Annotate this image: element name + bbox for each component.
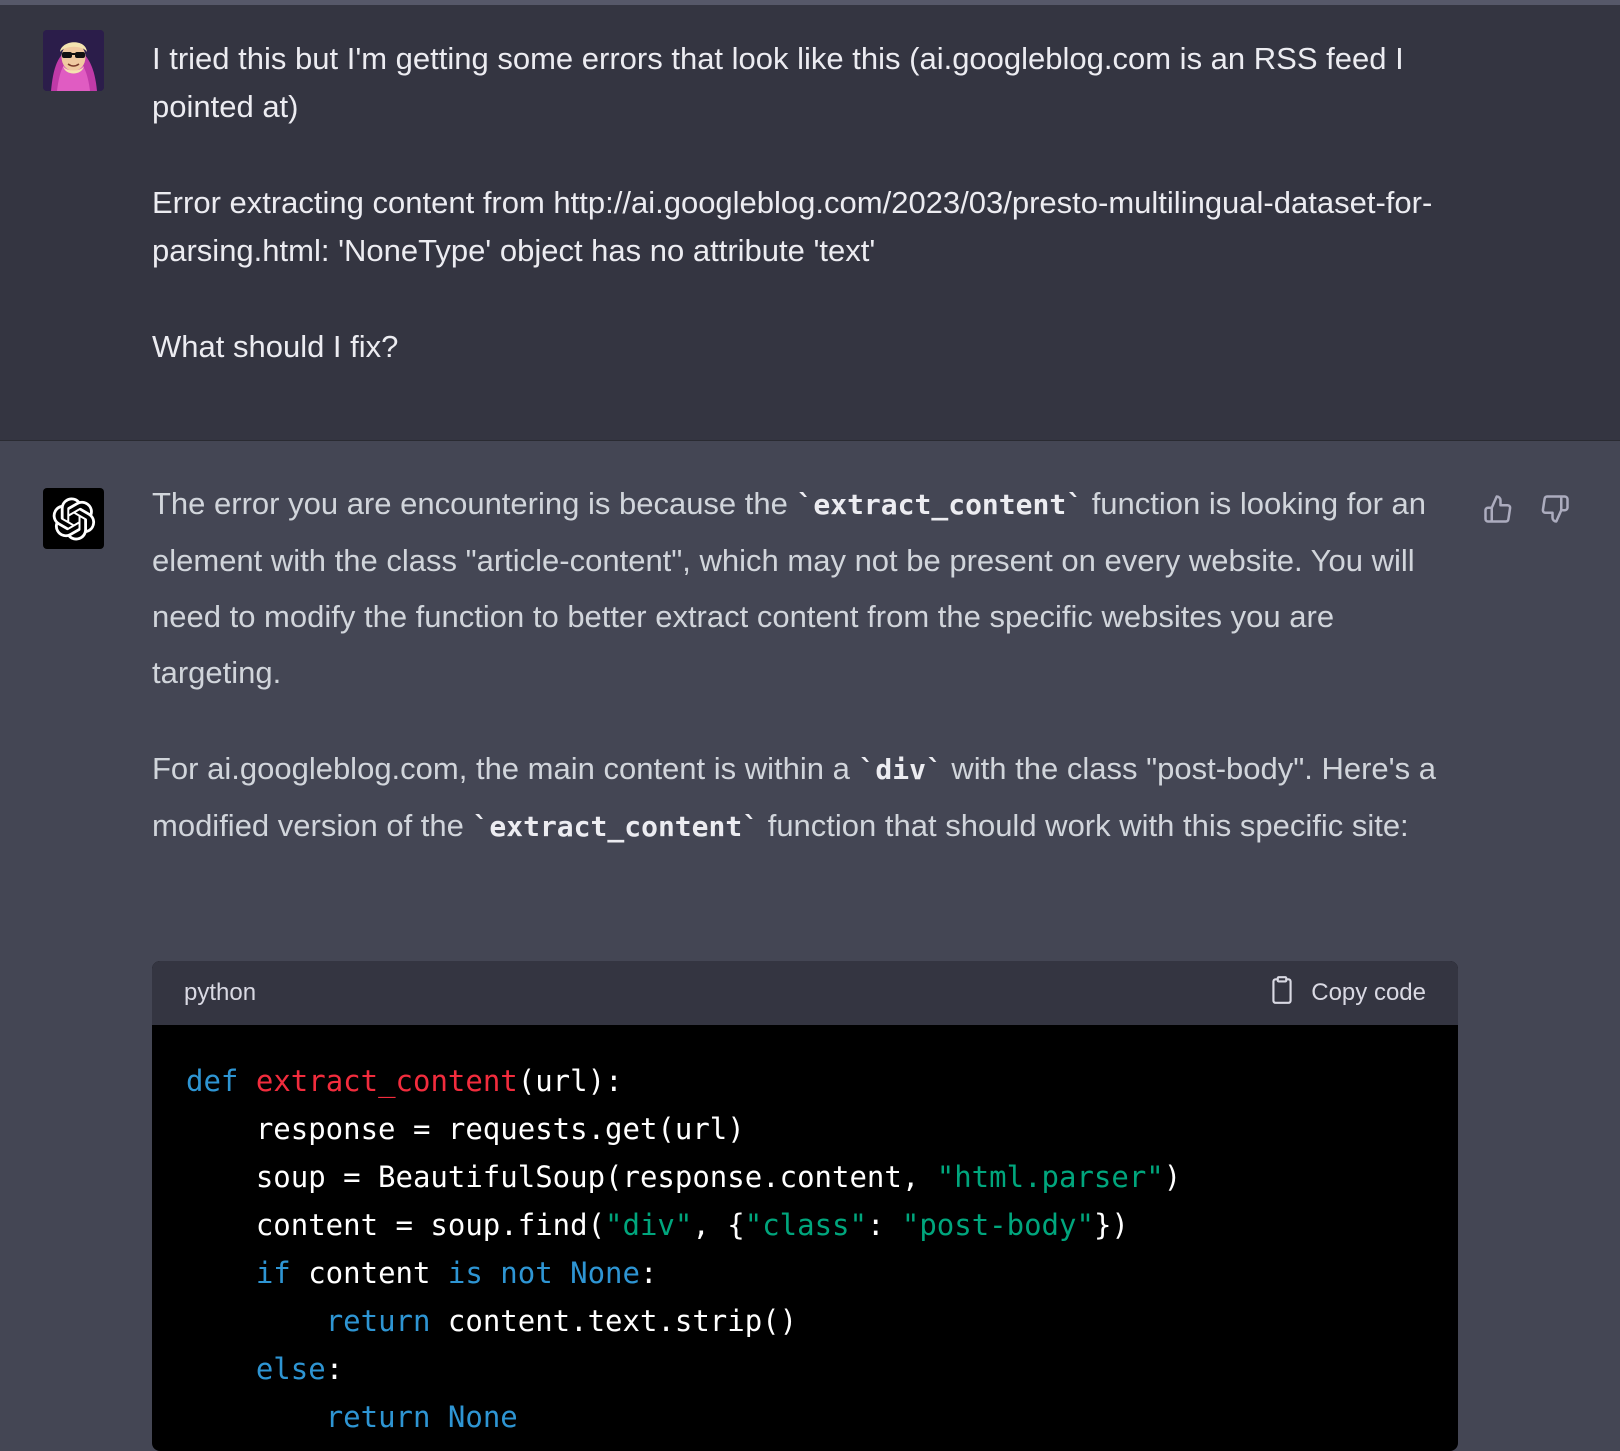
code-token: , {: [692, 1208, 745, 1242]
code-line: else:: [186, 1345, 1424, 1393]
code-token: content: [290, 1256, 448, 1290]
clipboard-icon: [1269, 975, 1295, 1012]
inline-code-div: `div`: [858, 753, 943, 786]
code-token-keyword: return: [325, 1400, 431, 1434]
assistant-message-text: The error you are encountering is becaus…: [152, 476, 1452, 895]
code-token-string: "div": [605, 1208, 693, 1242]
code-token: content = soup.find(: [186, 1208, 606, 1242]
code-token-keyword: def: [186, 1064, 239, 1098]
thumbs-up-icon[interactable]: [1480, 491, 1516, 527]
assistant-paragraph-2: For ai.googleblog.com, the main content …: [152, 741, 1452, 855]
code-line: return None: [186, 1393, 1424, 1441]
code-token-string: "class": [744, 1208, 867, 1242]
code-line: return content.text.strip(): [186, 1297, 1424, 1345]
code-line: if content is not None:: [186, 1249, 1424, 1297]
user-paragraph-1: I tried this but I'm getting some errors…: [152, 41, 1404, 124]
code-token: :: [866, 1208, 902, 1242]
code-token-string: "html.parser": [936, 1160, 1164, 1194]
assistant-text-segment: function that should work with this spec…: [759, 808, 1409, 843]
inline-code-extract-content: `extract_content`: [472, 810, 760, 843]
inline-code-extract-content: `extract_content`: [796, 488, 1084, 521]
openai-logo-icon: [43, 488, 104, 549]
code-block: python Copy code def extract_content(url…: [152, 961, 1458, 1451]
code-token: response = requests.get(url): [186, 1112, 745, 1146]
code-token-keyword: if: [255, 1256, 291, 1290]
user-avatar: [43, 30, 104, 91]
code-line: def extract_content(url):: [186, 1057, 1424, 1105]
code-line: response = requests.get(url): [186, 1105, 1424, 1153]
code-token-keyword: is not: [447, 1256, 553, 1290]
code-token-keyword: return: [325, 1304, 431, 1338]
code-line: content = soup.find("div", {"class": "po…: [186, 1201, 1424, 1249]
code-token: }): [1093, 1208, 1129, 1242]
code-token: content.text.strip(): [430, 1304, 798, 1338]
user-paragraph-3: What should I fix?: [152, 329, 399, 364]
assistant-paragraph-1: The error you are encountering is becaus…: [152, 476, 1452, 701]
code-language-label: python: [184, 979, 257, 1006]
code-token-string: "post-body": [901, 1208, 1094, 1242]
assistant-message: The error you are encountering is becaus…: [0, 441, 1620, 1451]
copy-code-label: Copy code: [1311, 979, 1426, 1006]
code-token: (url):: [517, 1064, 623, 1098]
code-token: soup = BeautifulSoup(response.content,: [186, 1160, 937, 1194]
assistant-text-segment: For ai.googleblog.com, the main content …: [152, 751, 859, 786]
code-token-keyword: None: [447, 1400, 518, 1434]
thumbs-down-icon[interactable]: [1537, 491, 1573, 527]
code-token: :: [639, 1256, 658, 1290]
code-token: ): [1163, 1160, 1182, 1194]
copy-code-button[interactable]: Copy code: [1269, 975, 1426, 1012]
user-message-text: I tried this but I'm getting some errors…: [152, 35, 1482, 419]
code-token-function: extract_content: [255, 1064, 518, 1098]
code-token: :: [325, 1352, 344, 1386]
code-line: soup = BeautifulSoup(response.content, "…: [186, 1153, 1424, 1201]
assistant-text-segment: The error you are encountering is becaus…: [152, 486, 797, 521]
user-message: I tried this but I'm getting some errors…: [0, 5, 1620, 441]
code-block-header: python Copy code: [152, 961, 1458, 1025]
code-token-keyword: None: [570, 1256, 640, 1290]
code-content: def extract_content(url): response = req…: [152, 1025, 1458, 1441]
code-token-keyword: else: [255, 1352, 326, 1386]
user-paragraph-2: Error extracting content from http://ai.…: [152, 185, 1433, 268]
